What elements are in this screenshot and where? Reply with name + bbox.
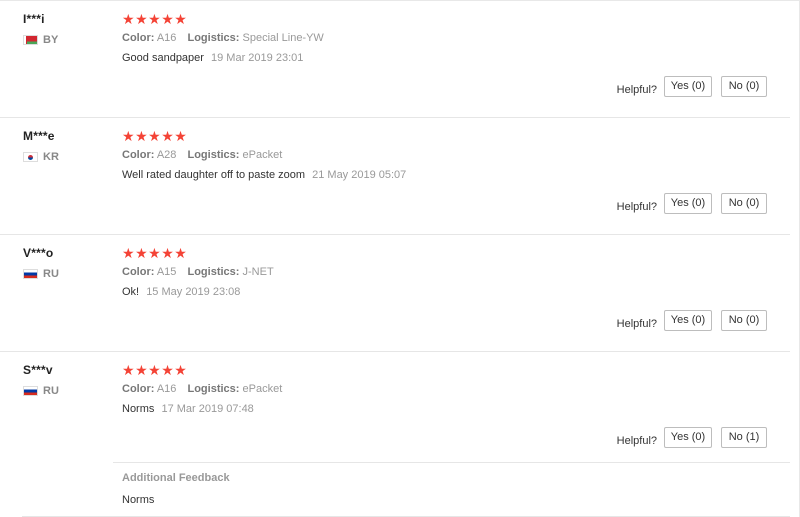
star-icon: ★ — [148, 245, 162, 261]
review-text: Norms — [122, 403, 155, 415]
reviewer-country: KR — [23, 151, 59, 163]
star-icon: ★ — [148, 362, 162, 378]
reviewer-name: I***i — [23, 12, 45, 26]
helpful-no-button[interactable]: No (1) — [721, 427, 767, 448]
helpful-label: Helpful? — [616, 201, 657, 213]
belarus-flag-icon — [23, 35, 38, 45]
additional-feedback-title: Additional Feedback — [122, 472, 230, 484]
color-label: Color: — [122, 383, 155, 395]
color-label: Color: — [122, 149, 155, 161]
star-rating: ★★★★★ — [122, 128, 187, 144]
color-label: Color: — [122, 32, 155, 44]
star-icon: ★ — [174, 128, 188, 144]
star-icon: ★ — [122, 128, 136, 144]
review-text: Good sandpaper — [122, 52, 204, 64]
review-text: Well rated daughter off to paste zoom — [122, 169, 306, 181]
helpful-no-button[interactable]: No (0) — [721, 76, 767, 97]
star-icon: ★ — [174, 245, 188, 261]
helpful-no-button[interactable]: No (0) — [721, 193, 767, 214]
additional-feedback-text: Norms — [122, 494, 155, 506]
star-icon: ★ — [161, 11, 175, 27]
review-body: Norms 17 Mar 2019 07:48 — [122, 403, 254, 415]
review-divider — [0, 117, 790, 118]
helpful-label: Helpful? — [616, 84, 657, 96]
star-icon: ★ — [174, 11, 188, 27]
logistics-value: J-NET — [242, 266, 274, 278]
review-meta: Color: A16 Logistics: ePacket — [122, 383, 282, 395]
star-icon: ★ — [122, 245, 136, 261]
logistics-value: ePacket — [242, 383, 283, 395]
color-value: A16 — [156, 383, 177, 395]
helpful-no-button[interactable]: No (0) — [721, 310, 767, 331]
star-icon: ★ — [161, 128, 175, 144]
review-date: 17 Mar 2019 07:48 — [161, 403, 254, 415]
additional-feedback-divider — [113, 462, 790, 463]
review-text: Ok! — [122, 286, 140, 298]
review-body: Ok! 15 May 2019 23:08 — [122, 286, 240, 298]
logistics-label: Logistics: — [187, 266, 240, 278]
helpful-yes-button[interactable]: Yes (0) — [664, 193, 712, 214]
reviewer-name: M***e — [23, 129, 55, 143]
star-icon: ★ — [174, 362, 188, 378]
color-value: A15 — [156, 266, 177, 278]
helpful-yes-button[interactable]: Yes (0) — [664, 310, 712, 331]
star-icon: ★ — [122, 11, 136, 27]
reviewer-name: S***v — [23, 363, 53, 377]
review-meta: Color: A15 Logistics: J-NET — [122, 266, 274, 278]
star-icon: ★ — [135, 245, 149, 261]
logistics-value: Special Line-YW — [242, 32, 324, 44]
russia-flag-icon — [23, 386, 38, 396]
logistics-label: Logistics: — [187, 383, 240, 395]
star-icon: ★ — [135, 11, 149, 27]
country-code: RU — [43, 268, 59, 280]
logistics-label: Logistics: — [187, 32, 240, 44]
review-date: 21 May 2019 05:07 — [312, 169, 407, 181]
color-label: Color: — [122, 266, 155, 278]
color-value: A28 — [156, 149, 177, 161]
country-code: KR — [43, 151, 59, 163]
star-icon: ★ — [122, 362, 136, 378]
review-date: 15 May 2019 23:08 — [146, 286, 241, 298]
star-icon: ★ — [148, 128, 162, 144]
star-icon: ★ — [161, 245, 175, 261]
review-body: Well rated daughter off to paste zoom 21… — [122, 169, 406, 181]
south-korea-flag-icon — [23, 152, 38, 162]
helpful-label: Helpful? — [616, 318, 657, 330]
star-icon: ★ — [135, 362, 149, 378]
review-date: 19 Mar 2019 23:01 — [211, 52, 304, 64]
reviewer-country: RU — [23, 268, 59, 280]
reviewer-name: V***o — [23, 246, 54, 260]
star-icon: ★ — [135, 128, 149, 144]
review-divider — [0, 351, 790, 352]
color-value: A16 — [156, 32, 177, 44]
frame-top-border — [0, 0, 800, 1]
star-rating: ★★★★★ — [122, 11, 187, 27]
logistics-value: ePacket — [242, 149, 283, 161]
review-body: Good sandpaper 19 Mar 2019 23:01 — [122, 52, 303, 64]
review-meta: Color: A28 Logistics: ePacket — [122, 149, 282, 161]
logistics-label: Logistics: — [187, 149, 240, 161]
helpful-yes-button[interactable]: Yes (0) — [664, 427, 712, 448]
country-code: RU — [43, 385, 59, 397]
review-meta: Color: A16 Logistics: Special Line-YW — [122, 32, 324, 44]
helpful-label: Helpful? — [616, 435, 657, 447]
reviewer-country: RU — [23, 385, 59, 397]
reviewer-country: BY — [23, 34, 58, 46]
helpful-yes-button[interactable]: Yes (0) — [664, 76, 712, 97]
country-code: BY — [43, 34, 59, 46]
star-rating: ★★★★★ — [122, 245, 187, 261]
star-icon: ★ — [148, 11, 162, 27]
star-rating: ★★★★★ — [122, 362, 187, 378]
review-divider — [0, 234, 790, 235]
russia-flag-icon — [23, 269, 38, 279]
star-icon: ★ — [161, 362, 175, 378]
